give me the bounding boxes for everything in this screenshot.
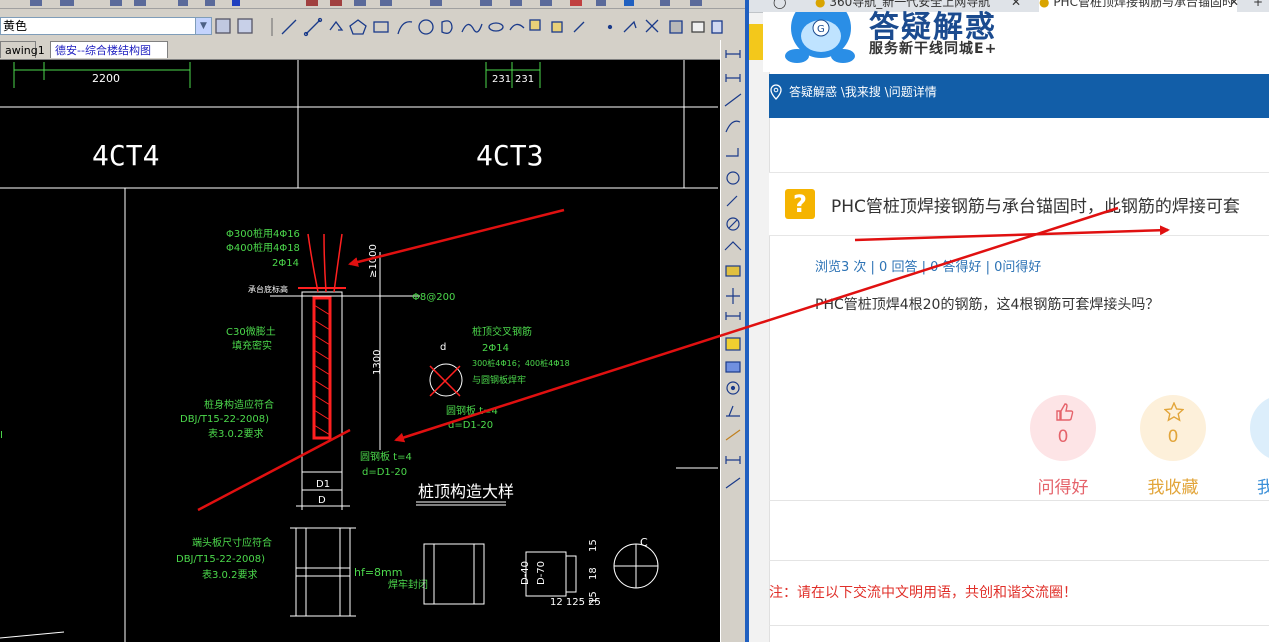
- share-circle[interactable]: [1250, 395, 1269, 461]
- note-cross-bar-2: 2Φ14: [482, 343, 509, 354]
- note-endplate-1: 端头板尺寸应符合: [192, 536, 272, 549]
- note-pile-std-2: DBJ/T15-22-2008): [180, 414, 269, 425]
- like-count: 0: [1057, 427, 1069, 447]
- note-hf: hf=8mm: [354, 566, 403, 579]
- note-c30-1: C30微膨土: [226, 325, 276, 338]
- new-tab-icon[interactable]: ◯: [773, 0, 791, 12]
- note-plate-b1: 圆钢板 t=4: [360, 450, 412, 463]
- like-label: 问得好: [1037, 478, 1089, 498]
- note-endplate-3: 表3.0.2要求: [202, 568, 257, 581]
- close-icon[interactable]: ✕: [1011, 0, 1025, 12]
- divider: [769, 560, 1269, 561]
- share-label: 我: [1257, 478, 1269, 498]
- label-4ct3: 4CT3: [476, 139, 543, 172]
- svg-text:G: G: [817, 24, 825, 35]
- tab-favicon-icon: ●: [815, 0, 826, 9]
- note-phi300: Φ300桩用4Φ16: [226, 227, 300, 240]
- question-title: PHC管桩顶焊接钢筋与承台锚固时，此钢筋的焊接可套: [831, 197, 1240, 217]
- dim-D1: D1: [316, 479, 330, 490]
- note-phi400: Φ400桩用4Φ18: [226, 241, 300, 254]
- dimension-tools-icons[interactable]: [721, 40, 745, 500]
- cad-window: 黄色 ▼ awing1 德安--综合楼结构图 2200 231 231 4CT4…: [0, 0, 745, 642]
- label-4ct4: 4CT4: [92, 139, 159, 172]
- dim-d: d: [440, 342, 446, 353]
- dim-18: 18: [588, 567, 599, 580]
- note-pile-std-3: 表3.0.2要求: [208, 427, 263, 440]
- favorite-label: 我收藏: [1147, 478, 1199, 498]
- site-header: G 答疑解惑 服务新干线同城E+: [763, 10, 1269, 74]
- note-cross-bar-3: 300桩4Φ16；400桩4Φ18: [472, 358, 570, 368]
- note-plate-a1: 圆钢板 t=4: [446, 404, 498, 417]
- site-logo-subtitle: 服务新干线同城E+: [869, 41, 998, 57]
- dim-15a: 15: [588, 539, 599, 552]
- favorite-count: 0: [1167, 427, 1179, 447]
- note-plate-a2: d=D1-20: [448, 420, 493, 431]
- tab-label: awing1: [5, 44, 45, 57]
- note-endplate-2: DBJ/T15-22-2008): [176, 554, 265, 565]
- tab-structure-drawing[interactable]: 德安--综合楼结构图: [50, 41, 168, 58]
- side-accent: [749, 24, 763, 60]
- dim-d70: D-70: [536, 561, 547, 585]
- modify-toolbar: [720, 40, 745, 642]
- pile-top-title: 桩顶构造大样: [418, 482, 514, 501]
- note-phi8-200: Φ8@200: [412, 292, 455, 303]
- tab-question[interactable]: ● PHC管桩顶焊接钢筋与承台锚固时: [1039, 0, 1237, 12]
- layer-color-select[interactable]: 黄色 ▼: [0, 17, 212, 35]
- note-cap-bottom: 承台底标高: [248, 284, 288, 294]
- tab-label: 德安--综合楼结构图: [55, 44, 151, 57]
- thumbs-up-icon: [1056, 403, 1074, 421]
- cross-bar-x: [429, 365, 461, 397]
- note-pile-std-1: 桩身构造应符合: [204, 398, 274, 411]
- breadcrumb-bar: 答疑解惑 \我来搜 \问题详情: [769, 74, 1269, 118]
- left-label: Ⅰ: [0, 430, 3, 441]
- drawing-tabs: awing1 德安--综合楼结构图: [0, 40, 720, 60]
- favorite-circle[interactable]: 0: [1140, 395, 1206, 461]
- question-body: PHC管桩顶焊4根20的钢筋，这4根钢筋可套焊接头吗？: [815, 297, 1160, 313]
- dim-2200: 2200: [92, 72, 120, 85]
- plus-icon[interactable]: +: [1253, 0, 1267, 12]
- question-header: ? PHC管桩顶焊接钢筋与承台锚固时，此钢筋的焊接可套: [769, 172, 1269, 236]
- note-plate-b2: d=D1-20: [362, 467, 407, 478]
- top-toolbar-icons[interactable]: [0, 0, 745, 8]
- dim-231b: 231: [515, 74, 534, 85]
- dim-1300: 1300: [372, 350, 383, 375]
- dim-15b: 15: [588, 591, 599, 604]
- divider: [769, 500, 1269, 501]
- civility-notice: 注：请在以下交流中文明用语，共创和谐交流圈！: [769, 585, 1077, 601]
- page-left-gutter: [749, 0, 770, 642]
- tab-favicon-icon: ●: [1039, 0, 1050, 9]
- tab-label: PHC管桩顶焊接钢筋与承台锚固时: [1053, 0, 1234, 9]
- like-question-button[interactable]: 0 问得好: [1029, 395, 1097, 498]
- layer-color-value: 黄色: [3, 19, 28, 33]
- note-weld: 焊牢封闭: [388, 578, 428, 591]
- close-icon[interactable]: ✕: [1229, 0, 1243, 12]
- like-circle[interactable]: 0: [1030, 395, 1096, 461]
- lower-details: [0, 467, 718, 639]
- note-c30-2: 填充密实: [232, 339, 272, 352]
- breadcrumb[interactable]: 答疑解惑 \我来搜 \问题详情: [789, 84, 937, 100]
- note-cross-bar-1: 桩顶交叉钢筋: [472, 325, 532, 338]
- browser-window: ◯ ● 360导航_新一代安全上网导航 ✕ ● PHC管桩顶焊接钢筋与承台锚固时…: [749, 0, 1269, 642]
- mascot-logo-icon[interactable]: G: [777, 12, 867, 74]
- dim-D: D: [318, 495, 326, 506]
- note-cross-bar-4: 与圆钢板焊牢: [472, 374, 526, 386]
- share-button[interactable]: 我: [1249, 395, 1269, 498]
- chevron-down-icon[interactable]: ▼: [195, 18, 211, 34]
- cad-drawing-canvas[interactable]: 2200 231 231 4CT4 4CT3 Φ300桩用4Φ16 Φ400桩用…: [0, 60, 718, 642]
- dim-231a: 231: [492, 74, 511, 85]
- tab-drawing1[interactable]: awing1: [0, 41, 45, 58]
- star-icon: [1164, 402, 1184, 422]
- divider: [769, 625, 1269, 626]
- draw-tools-icons[interactable]: [214, 16, 724, 38]
- question-mark-icon: ?: [785, 189, 815, 219]
- favorite-button[interactable]: 0 我收藏: [1139, 395, 1207, 498]
- location-pin-icon: [770, 84, 782, 100]
- cad-toolbar: 黄色 ▼: [0, 0, 745, 41]
- question-stats: 浏览3 次 | 0 回答 | 0 答得好 | 0问得好: [815, 260, 1042, 275]
- note-2phi14: 2Φ14: [272, 258, 299, 269]
- dim-1000: ≥1000: [368, 244, 379, 278]
